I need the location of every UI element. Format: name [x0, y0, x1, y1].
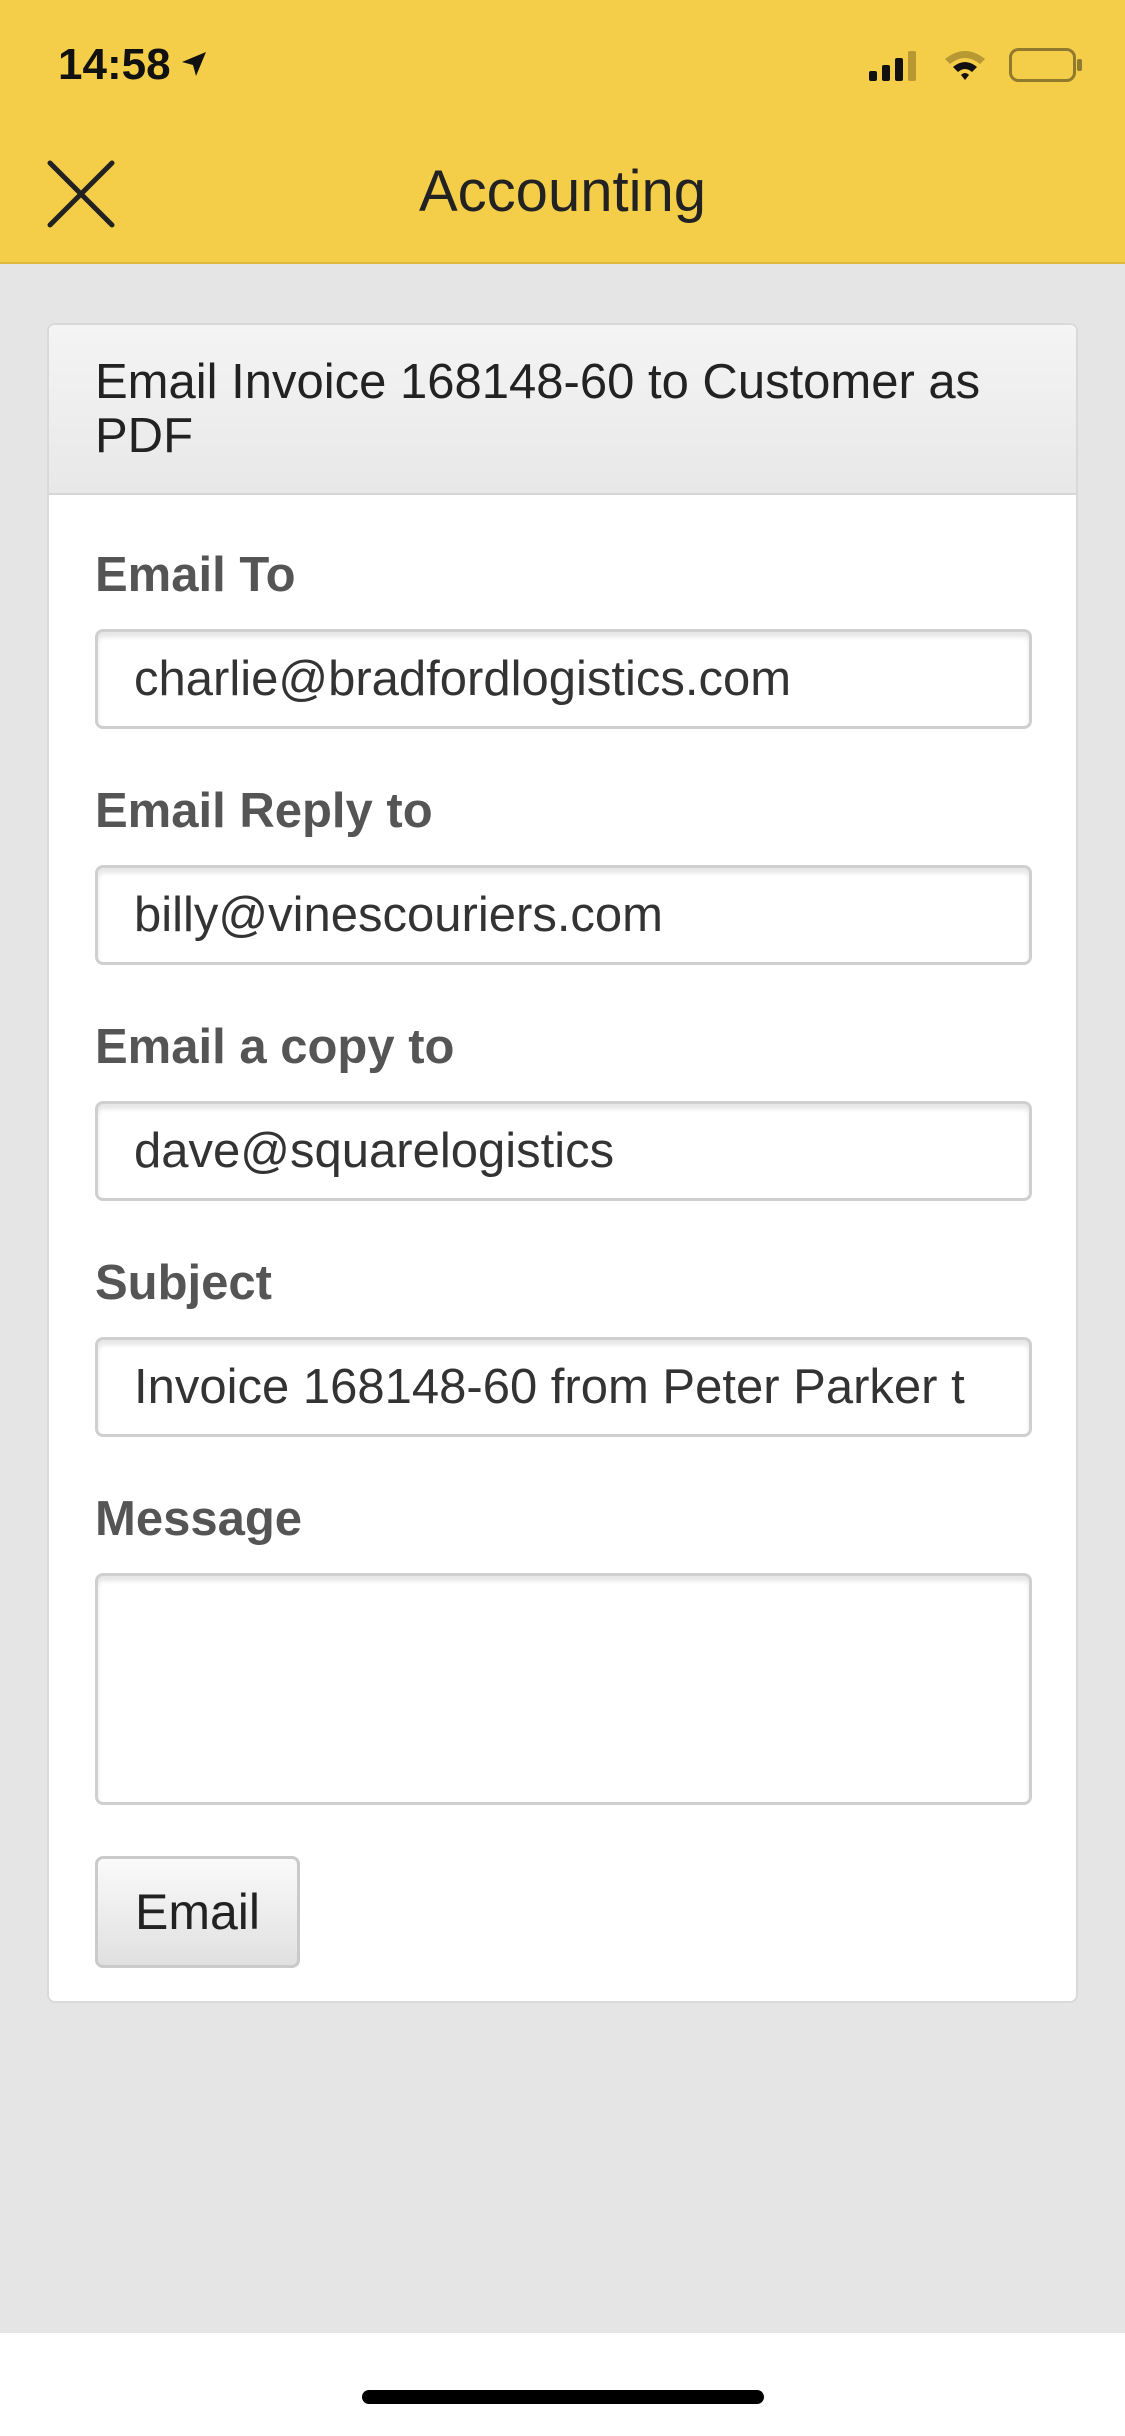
subject-label: Subject: [95, 1256, 272, 1310]
wifi-icon: [943, 49, 987, 86]
battery-icon: [1009, 48, 1083, 87]
email-invoice-card: Email Invoice 168148-60 to Customer as P…: [47, 323, 1078, 2003]
card-title: Email Invoice 168148-60 to Customer as P…: [49, 325, 1076, 495]
status-icons: [869, 48, 1083, 87]
bottom-bar: [0, 2333, 1125, 2436]
email-form: Email To Email Reply to Email a copy to …: [49, 547, 1076, 1968]
app-header: 14:58 Accounting: [0, 0, 1125, 264]
reply-to-label: Email Reply to: [95, 784, 433, 838]
home-indicator[interactable]: [362, 2390, 764, 2404]
email-to-label: Email To: [95, 548, 296, 602]
copy-to-label: Email a copy to: [95, 1020, 455, 1074]
email-button[interactable]: Email: [95, 1856, 300, 1968]
copy-to-input[interactable]: [95, 1101, 1032, 1201]
message-label: Message: [95, 1492, 303, 1546]
page-title: Accounting: [419, 159, 706, 224]
cellular-signal-icon: [869, 49, 921, 86]
status-time-text: 14:58: [58, 40, 171, 89]
subject-input[interactable]: [95, 1337, 1032, 1437]
status-time: 14:58: [58, 40, 209, 90]
reply-to-input[interactable]: [95, 865, 1032, 965]
email-to-input[interactable]: [95, 629, 1032, 729]
location-arrow-icon: [179, 40, 209, 90]
message-textarea[interactable]: [95, 1573, 1032, 1805]
